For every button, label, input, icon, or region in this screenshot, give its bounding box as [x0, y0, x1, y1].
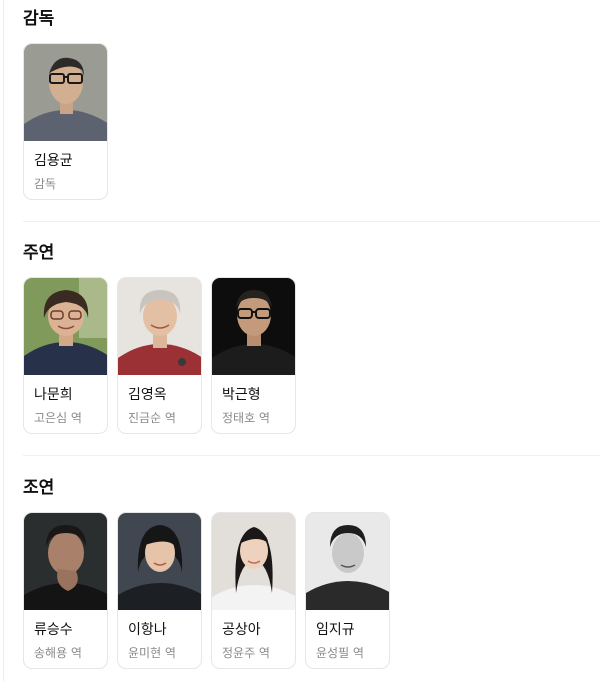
person-name: 김영옥 — [128, 387, 167, 403]
person-role: 윤미현 역 — [128, 646, 176, 660]
section-title: 감독 — [23, 9, 55, 29]
person-role: 고은심 역 — [34, 411, 82, 425]
person-card[interactable]: 공상아 정윤주 역 — [211, 512, 296, 669]
person-list: 나문희 고은심 역 김영옥 진금순 역 박근형 정태호 역 — [23, 277, 296, 434]
section-title: 조연 — [23, 478, 55, 498]
person-role: 진금순 역 — [128, 411, 176, 425]
person-name: 임지규 — [316, 622, 355, 638]
section-director: 감독 김용균 감독 — [23, 8, 600, 200]
person-name: 공상아 — [222, 622, 261, 638]
person-photo — [306, 513, 389, 610]
person-card[interactable]: 나문희 고은심 역 — [23, 277, 108, 434]
section-divider — [23, 221, 600, 222]
person-name: 김용균 — [34, 153, 73, 169]
person-role: 윤성필 역 — [316, 646, 364, 660]
person-photo — [212, 278, 295, 375]
person-name: 나문희 — [34, 387, 73, 403]
person-photo — [24, 513, 107, 610]
person-list: 류승수 송해용 역 이항나 윤미현 역 공상아 정윤주 역 임지규 윤성필 역 — [23, 512, 390, 669]
person-photo — [212, 513, 295, 610]
person-role: 감독 — [34, 177, 57, 191]
section-title: 주연 — [23, 243, 55, 263]
person-photo — [118, 278, 201, 375]
person-name: 박근형 — [222, 387, 261, 403]
person-photo — [118, 513, 201, 610]
person-name: 이항나 — [128, 622, 167, 638]
person-role: 정윤주 역 — [222, 646, 270, 660]
person-name: 류승수 — [34, 622, 73, 638]
section-lead-cast: 주연 나문희 고은심 역 김영옥 진금순 역 박근형 정태호 역 — [23, 242, 600, 434]
person-card[interactable]: 김용균 감독 — [23, 43, 108, 200]
person-list: 김용균 감독 — [23, 43, 108, 200]
person-role: 송해용 역 — [34, 646, 82, 660]
person-card[interactable]: 박근형 정태호 역 — [211, 277, 296, 434]
section-divider — [23, 455, 600, 456]
person-photo — [24, 278, 107, 375]
person-card[interactable]: 임지규 윤성필 역 — [305, 512, 390, 669]
person-card[interactable]: 류승수 송해용 역 — [23, 512, 108, 669]
person-card[interactable]: 이항나 윤미현 역 — [117, 512, 202, 669]
person-photo — [24, 44, 107, 141]
left-border — [3, 0, 4, 681]
person-role: 정태호 역 — [222, 411, 270, 425]
section-supporting-cast: 조연 류승수 송해용 역 이항나 윤미현 역 공상아 정윤주 역 임지규 윤성필… — [23, 477, 600, 669]
person-card[interactable]: 김영옥 진금순 역 — [117, 277, 202, 434]
